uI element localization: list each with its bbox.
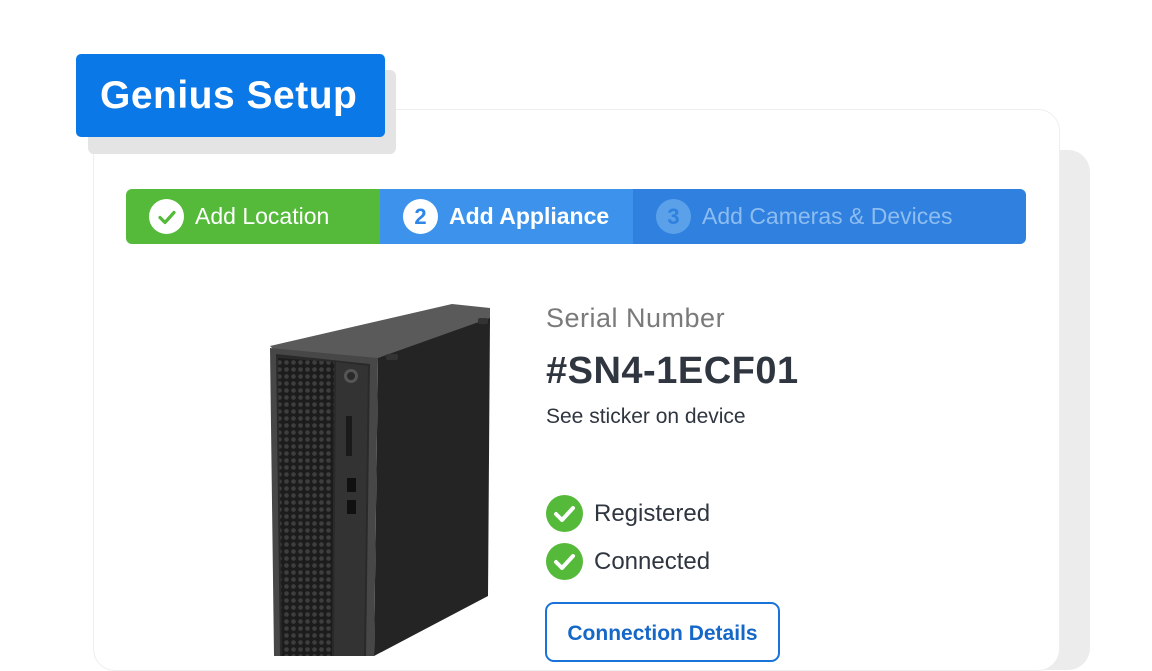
step-label: Add Location — [195, 203, 330, 229]
check-circle-icon — [546, 495, 583, 532]
check-icon — [149, 199, 184, 234]
step-add-appliance[interactable]: 2 Add Appliance — [380, 189, 633, 244]
page-title-text: Genius Setup — [100, 73, 358, 117]
serial-number-label: Serial Number — [546, 303, 726, 333]
status-label: Connected — [594, 547, 711, 575]
step-number-badge: 3 — [656, 199, 691, 234]
step-add-cameras-devices[interactable]: 3 Add Cameras & Devices — [633, 189, 1026, 244]
check-circle-icon — [546, 543, 583, 580]
serial-number-hint: See sticker on device — [546, 405, 746, 428]
connection-details-label: Connection Details — [567, 622, 758, 645]
status-registered: Registered — [546, 495, 710, 532]
page-title: Genius Setup — [76, 54, 385, 137]
setup-stepper: Add Location 2 Add Appliance 3 Add Camer… — [126, 189, 1026, 244]
status-label: Registered — [594, 499, 711, 527]
serial-number-value: #SN4-1ECF01 — [546, 350, 799, 392]
step-number-badge: 2 — [403, 199, 438, 234]
step-label: Add Cameras & Devices — [702, 203, 953, 229]
step-add-location[interactable]: Add Location — [126, 189, 380, 244]
step-label: Add Appliance — [449, 203, 610, 229]
connection-details-button[interactable]: Connection Details — [545, 602, 780, 662]
status-connected: Connected — [546, 543, 710, 580]
appliance-tower-image — [262, 296, 502, 656]
